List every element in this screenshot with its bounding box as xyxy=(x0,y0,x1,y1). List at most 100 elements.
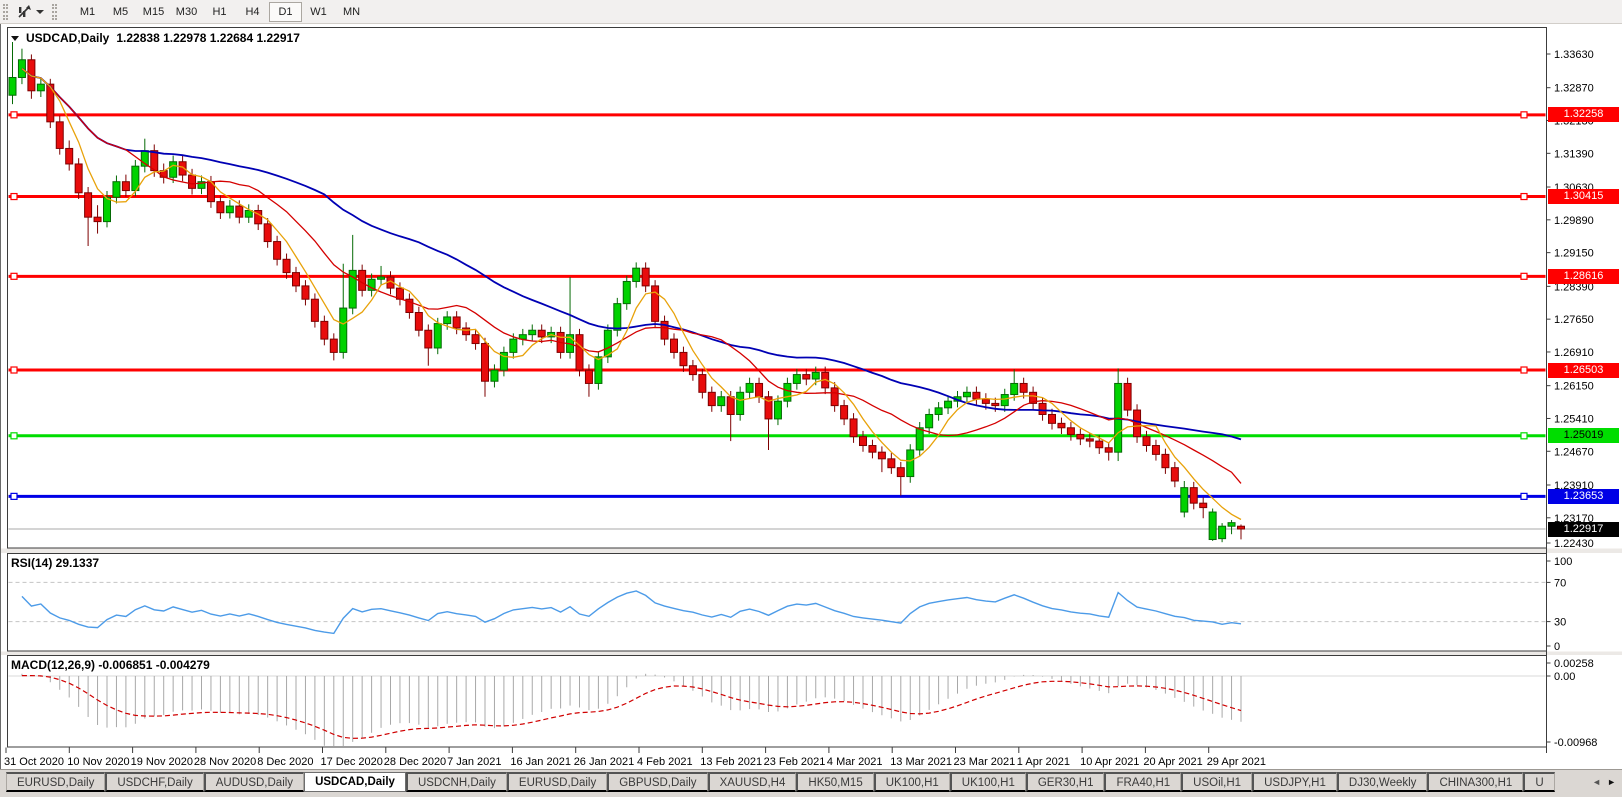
chart-tab-u[interactable]: U xyxy=(1523,772,1554,792)
hline-handle[interactable] xyxy=(11,194,17,200)
hline-handle[interactable] xyxy=(1521,112,1527,118)
hline-handle[interactable] xyxy=(11,367,17,373)
date-axis-label[interactable]: 23 Mar 2021 xyxy=(954,756,1016,768)
chart-tab-fra40h1[interactable]: FRA40,H1 xyxy=(1104,772,1181,792)
pane-splitter[interactable] xyxy=(1,652,1622,656)
macd-pane[interactable] xyxy=(8,656,1547,748)
period-button-M30[interactable]: M30 xyxy=(170,2,203,22)
chart-tab-china300h1[interactable]: CHINA300,H1 xyxy=(1427,772,1523,792)
chart-tab-gbpusddaily[interactable]: GBPUSD,Daily xyxy=(607,772,707,792)
macd-axis-label[interactable]: -0.00968 xyxy=(1554,737,1597,749)
chart-dropdown-icon[interactable] xyxy=(11,36,19,41)
period-button-M15[interactable]: M15 xyxy=(137,2,170,22)
chart-tab-eurusddaily[interactable]: EURUSD,Daily xyxy=(6,772,105,792)
price-axis-label[interactable]: 1.22430 xyxy=(1554,538,1594,550)
date-axis-label[interactable]: 10 Apr 2021 xyxy=(1080,756,1139,768)
hline-handle[interactable] xyxy=(1521,273,1527,279)
hline-handle[interactable] xyxy=(1521,367,1527,373)
rsi-axis-label[interactable]: 30 xyxy=(1554,617,1566,629)
macd-axis-label[interactable]: 0.00258 xyxy=(1554,658,1594,670)
period-button-MN[interactable]: MN xyxy=(335,2,368,22)
date-axis-label[interactable]: 26 Jan 2021 xyxy=(574,756,635,768)
chart-tab-usdjpyh1[interactable]: USDJPY,H1 xyxy=(1252,772,1337,792)
chart-tab-eurusddaily[interactable]: EURUSD,Daily xyxy=(507,772,607,792)
hline-handle[interactable] xyxy=(11,112,17,118)
date-axis-label[interactable]: 31 Oct 2020 xyxy=(4,756,64,768)
price-axis-label[interactable]: 1.25410 xyxy=(1554,413,1594,425)
period-button-M1[interactable]: M1 xyxy=(71,2,104,22)
bear-candle xyxy=(652,286,659,321)
rsi-axis-label[interactable]: 100 xyxy=(1554,556,1572,568)
price-axis-label[interactable]: 1.26150 xyxy=(1554,381,1594,393)
chart-tab-ger30h1[interactable]: GER30,H1 xyxy=(1026,772,1105,792)
period-button-D1[interactable]: D1 xyxy=(269,2,302,22)
date-axis-label[interactable]: 7 Jan 2021 xyxy=(447,756,501,768)
date-axis-label[interactable]: 10 Nov 2020 xyxy=(67,756,129,768)
rsi-pane[interactable] xyxy=(8,554,1547,652)
tabs-scroll-left-button[interactable]: ◄ xyxy=(1592,775,1601,789)
price-axis-label[interactable]: 1.33630 xyxy=(1554,49,1594,61)
date-axis-label[interactable]: 13 Mar 2021 xyxy=(890,756,952,768)
period-button-M5[interactable]: M5 xyxy=(104,2,137,22)
toolbar-grip[interactable] xyxy=(3,4,8,20)
rsi-axis-label[interactable]: 0 xyxy=(1554,641,1560,653)
bull-candle xyxy=(614,304,621,331)
chart-tab-uk100h1[interactable]: UK100,H1 xyxy=(950,772,1026,792)
chart-tab-usdcaddaily[interactable]: USDCAD,Daily xyxy=(304,772,406,792)
hline-handle[interactable] xyxy=(1521,194,1527,200)
price-axis-label[interactable]: 1.29150 xyxy=(1554,248,1594,260)
bull-candle xyxy=(529,330,536,334)
tabs-scroll-right-button[interactable]: ► xyxy=(1607,775,1616,789)
bear-candle xyxy=(869,446,876,453)
main-pane[interactable] xyxy=(8,28,1547,549)
date-axis-label[interactable]: 19 Nov 2020 xyxy=(131,756,193,768)
date-axis-label[interactable]: 16 Jan 2021 xyxy=(510,756,571,768)
timeframes-toolbar: M1M5M15M30H1H4D1W1MN xyxy=(0,0,1622,24)
date-axis-label[interactable]: 17 Dec 2020 xyxy=(321,756,383,768)
date-axis-label[interactable]: 8 Dec 2020 xyxy=(257,756,313,768)
date-axis-label[interactable]: 29 Apr 2021 xyxy=(1207,756,1266,768)
hline-handle[interactable] xyxy=(11,433,17,439)
date-axis-label[interactable]: 4 Mar 2021 xyxy=(827,756,883,768)
chart-tab-usdcnhdaily[interactable]: USDCNH,Daily xyxy=(406,772,507,792)
chart-tab-usoilh1[interactable]: USOil,H1 xyxy=(1181,772,1252,792)
period-button-H1[interactable]: H1 xyxy=(203,2,236,22)
chart-tab-dj30weekly[interactable]: DJ30,Weekly xyxy=(1337,772,1428,792)
hline-handle[interactable] xyxy=(1521,493,1527,499)
bull-candle xyxy=(1228,523,1235,527)
bear-candle xyxy=(803,375,810,379)
chart-title: USDCAD,Daily 1.22838 1.22978 1.22684 1.2… xyxy=(11,31,300,45)
macd-axis-label[interactable]: 0.00 xyxy=(1554,671,1575,683)
date-axis-label[interactable]: 20 Apr 2021 xyxy=(1143,756,1202,768)
chart-tab-usdchfdaily[interactable]: USDCHF,Daily xyxy=(105,772,203,792)
toolbar-grip-2[interactable] xyxy=(52,4,57,20)
date-axis-label[interactable]: 4 Feb 2021 xyxy=(637,756,693,768)
chart-tab-xauusdh4[interactable]: XAUUSD,H4 xyxy=(708,772,797,792)
chart-tab-uk100h1[interactable]: UK100,H1 xyxy=(874,772,950,792)
date-axis-label[interactable]: 1 Apr 2021 xyxy=(1017,756,1070,768)
chart-tab-audusddaily[interactable]: AUDUSD,Daily xyxy=(204,772,304,792)
pane-splitter[interactable] xyxy=(1,549,1622,554)
hline-handle[interactable] xyxy=(11,273,17,279)
hline-handle[interactable] xyxy=(11,493,17,499)
bear-candle xyxy=(1124,383,1131,410)
date-axis-label[interactable]: 28 Nov 2020 xyxy=(194,756,256,768)
chart-canvas[interactable]: 1.336301.328701.321301.313901.306301.298… xyxy=(1,24,1622,769)
chart-tab-hk50m15[interactable]: HK50,M15 xyxy=(796,772,873,792)
price-axis-label[interactable]: 1.27650 xyxy=(1554,314,1594,326)
date-axis-label[interactable]: 23 Feb 2021 xyxy=(764,756,826,768)
period-button-W1[interactable]: W1 xyxy=(302,2,335,22)
price-axis-label[interactable]: 1.32870 xyxy=(1554,83,1594,95)
period-button-H4[interactable]: H4 xyxy=(236,2,269,22)
rsi-axis-label[interactable]: 70 xyxy=(1554,577,1566,589)
chart-cursor-button[interactable] xyxy=(12,2,49,22)
price-axis-label[interactable]: 1.31390 xyxy=(1554,148,1594,160)
hline-handle[interactable] xyxy=(1521,433,1527,439)
bear-candle xyxy=(878,452,885,459)
price-axis-label[interactable]: 1.24670 xyxy=(1554,446,1594,458)
bear-candle xyxy=(1039,403,1046,414)
date-axis-label[interactable]: 13 Feb 2021 xyxy=(700,756,762,768)
price-axis-label[interactable]: 1.29890 xyxy=(1554,215,1594,227)
date-axis-label[interactable]: 28 Dec 2020 xyxy=(384,756,446,768)
price-axis-label[interactable]: 1.26910 xyxy=(1554,347,1594,359)
